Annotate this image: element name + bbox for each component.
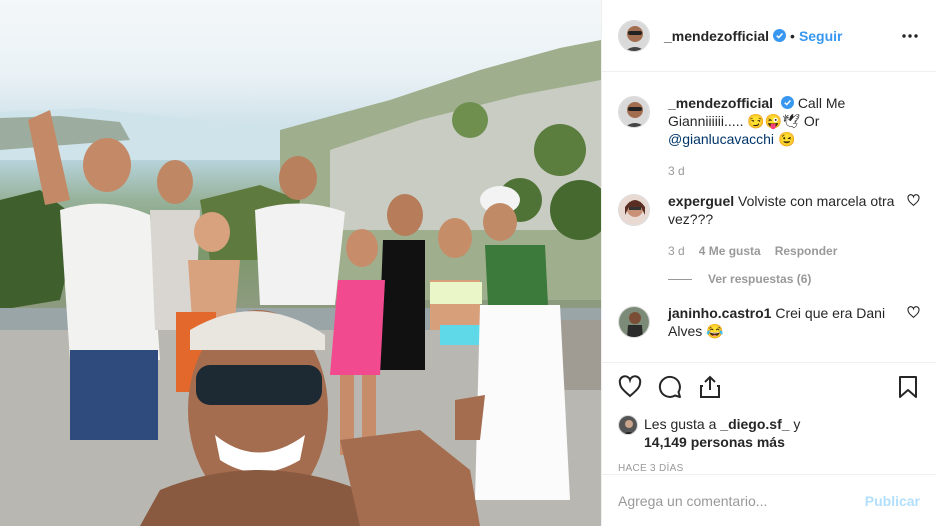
reply-button[interactable]: Responder xyxy=(775,242,838,260)
likes-summary: Les gusta a _diego.sf_ y 14,149 personas… xyxy=(618,415,920,451)
author-username[interactable]: _mendezofficial xyxy=(664,28,769,44)
post-photo[interactable] xyxy=(0,0,601,526)
comment-bubble-icon[interactable] xyxy=(658,375,682,399)
post-timestamp[interactable]: HACE 3 DÍAS xyxy=(618,463,920,474)
caption-avatar[interactable] xyxy=(618,96,650,128)
author-avatar[interactable] xyxy=(618,19,650,52)
comment-avatar[interactable] xyxy=(618,194,650,226)
likes-count[interactable]: 14,149 personas más xyxy=(644,434,785,450)
post-header: _mendezofficial • Seguir xyxy=(602,0,936,72)
like-heart-icon[interactable] xyxy=(618,375,642,399)
photo-scene xyxy=(0,40,601,526)
like-comment-heart-icon[interactable] xyxy=(907,306,920,319)
caption-emoji: 😉 xyxy=(777,131,796,147)
comment-text-block: janinho.castro1 Crei que era Dani Alves … xyxy=(668,304,900,340)
replies-divider xyxy=(668,278,692,280)
caption-mention-link[interactable]: @gianlucavacchi xyxy=(668,131,774,147)
comment-avatar[interactable] xyxy=(618,306,650,338)
author-avatar-image xyxy=(619,20,649,51)
follow-button[interactable]: Seguir xyxy=(799,28,843,44)
likes-text: Les gusta a _diego.sf_ y 14,149 personas… xyxy=(644,415,800,451)
caption: _mendezofficial Call Me Gianniiiiii.....… xyxy=(618,94,920,180)
comment-time[interactable]: 3 d xyxy=(668,242,685,260)
action-icons xyxy=(618,375,920,399)
caption-username[interactable]: _mendezofficial xyxy=(668,95,773,111)
liker-username[interactable]: _diego.sf_ xyxy=(720,416,789,432)
post-actions: Les gusta a _diego.sf_ y 14,149 personas… xyxy=(602,362,936,474)
bookmark-icon[interactable] xyxy=(896,375,920,399)
comment-meta: 3 d 4 Me gusta Responder xyxy=(668,242,900,260)
view-replies-button[interactable]: Ver respuestas (6) xyxy=(668,270,900,288)
caption-meta: 3 d xyxy=(668,162,900,180)
comment-item: experguel Volviste con marcela otra vez?… xyxy=(618,192,920,288)
view-replies-label: Ver respuestas (6) xyxy=(708,272,812,286)
likes-joiner: y xyxy=(793,416,801,432)
liker-avatar[interactable] xyxy=(618,415,638,435)
comment-input[interactable] xyxy=(618,492,865,509)
comment-username[interactable]: janinho.castro1 xyxy=(668,305,771,321)
comments-list: _mendezofficial Call Me Gianniiiiii.....… xyxy=(602,72,936,362)
comment-text-block: experguel Volviste con marcela otra vez?… xyxy=(668,192,900,288)
add-comment-bar: Publicar xyxy=(602,474,936,526)
likes-prefix: Les gusta a xyxy=(644,416,717,432)
more-options-icon[interactable] xyxy=(900,26,920,46)
caption-time[interactable]: 3 d xyxy=(668,162,685,180)
verified-badge-icon xyxy=(773,29,787,42)
caption-verified-icon xyxy=(780,96,794,109)
share-icon[interactable] xyxy=(698,375,722,399)
comment-avatar-image xyxy=(619,307,649,337)
caption-avatar-image xyxy=(619,97,649,127)
comment-item: janinho.castro1 Crei que era Dani Alves … xyxy=(618,304,920,340)
caption-text-block: _mendezofficial Call Me Gianniiiiii.....… xyxy=(668,94,900,180)
post-sidebar: _mendezofficial • Seguir _mendezofficial… xyxy=(601,0,936,526)
comment-likes[interactable]: 4 Me gusta xyxy=(699,242,761,260)
like-comment-heart-icon[interactable] xyxy=(907,194,920,207)
comment-username[interactable]: experguel xyxy=(668,193,734,209)
comment-avatar-image xyxy=(619,195,649,225)
liker-avatar-image xyxy=(619,416,637,434)
separator-dot: • xyxy=(790,27,795,44)
publish-button[interactable]: Publicar xyxy=(865,493,920,509)
